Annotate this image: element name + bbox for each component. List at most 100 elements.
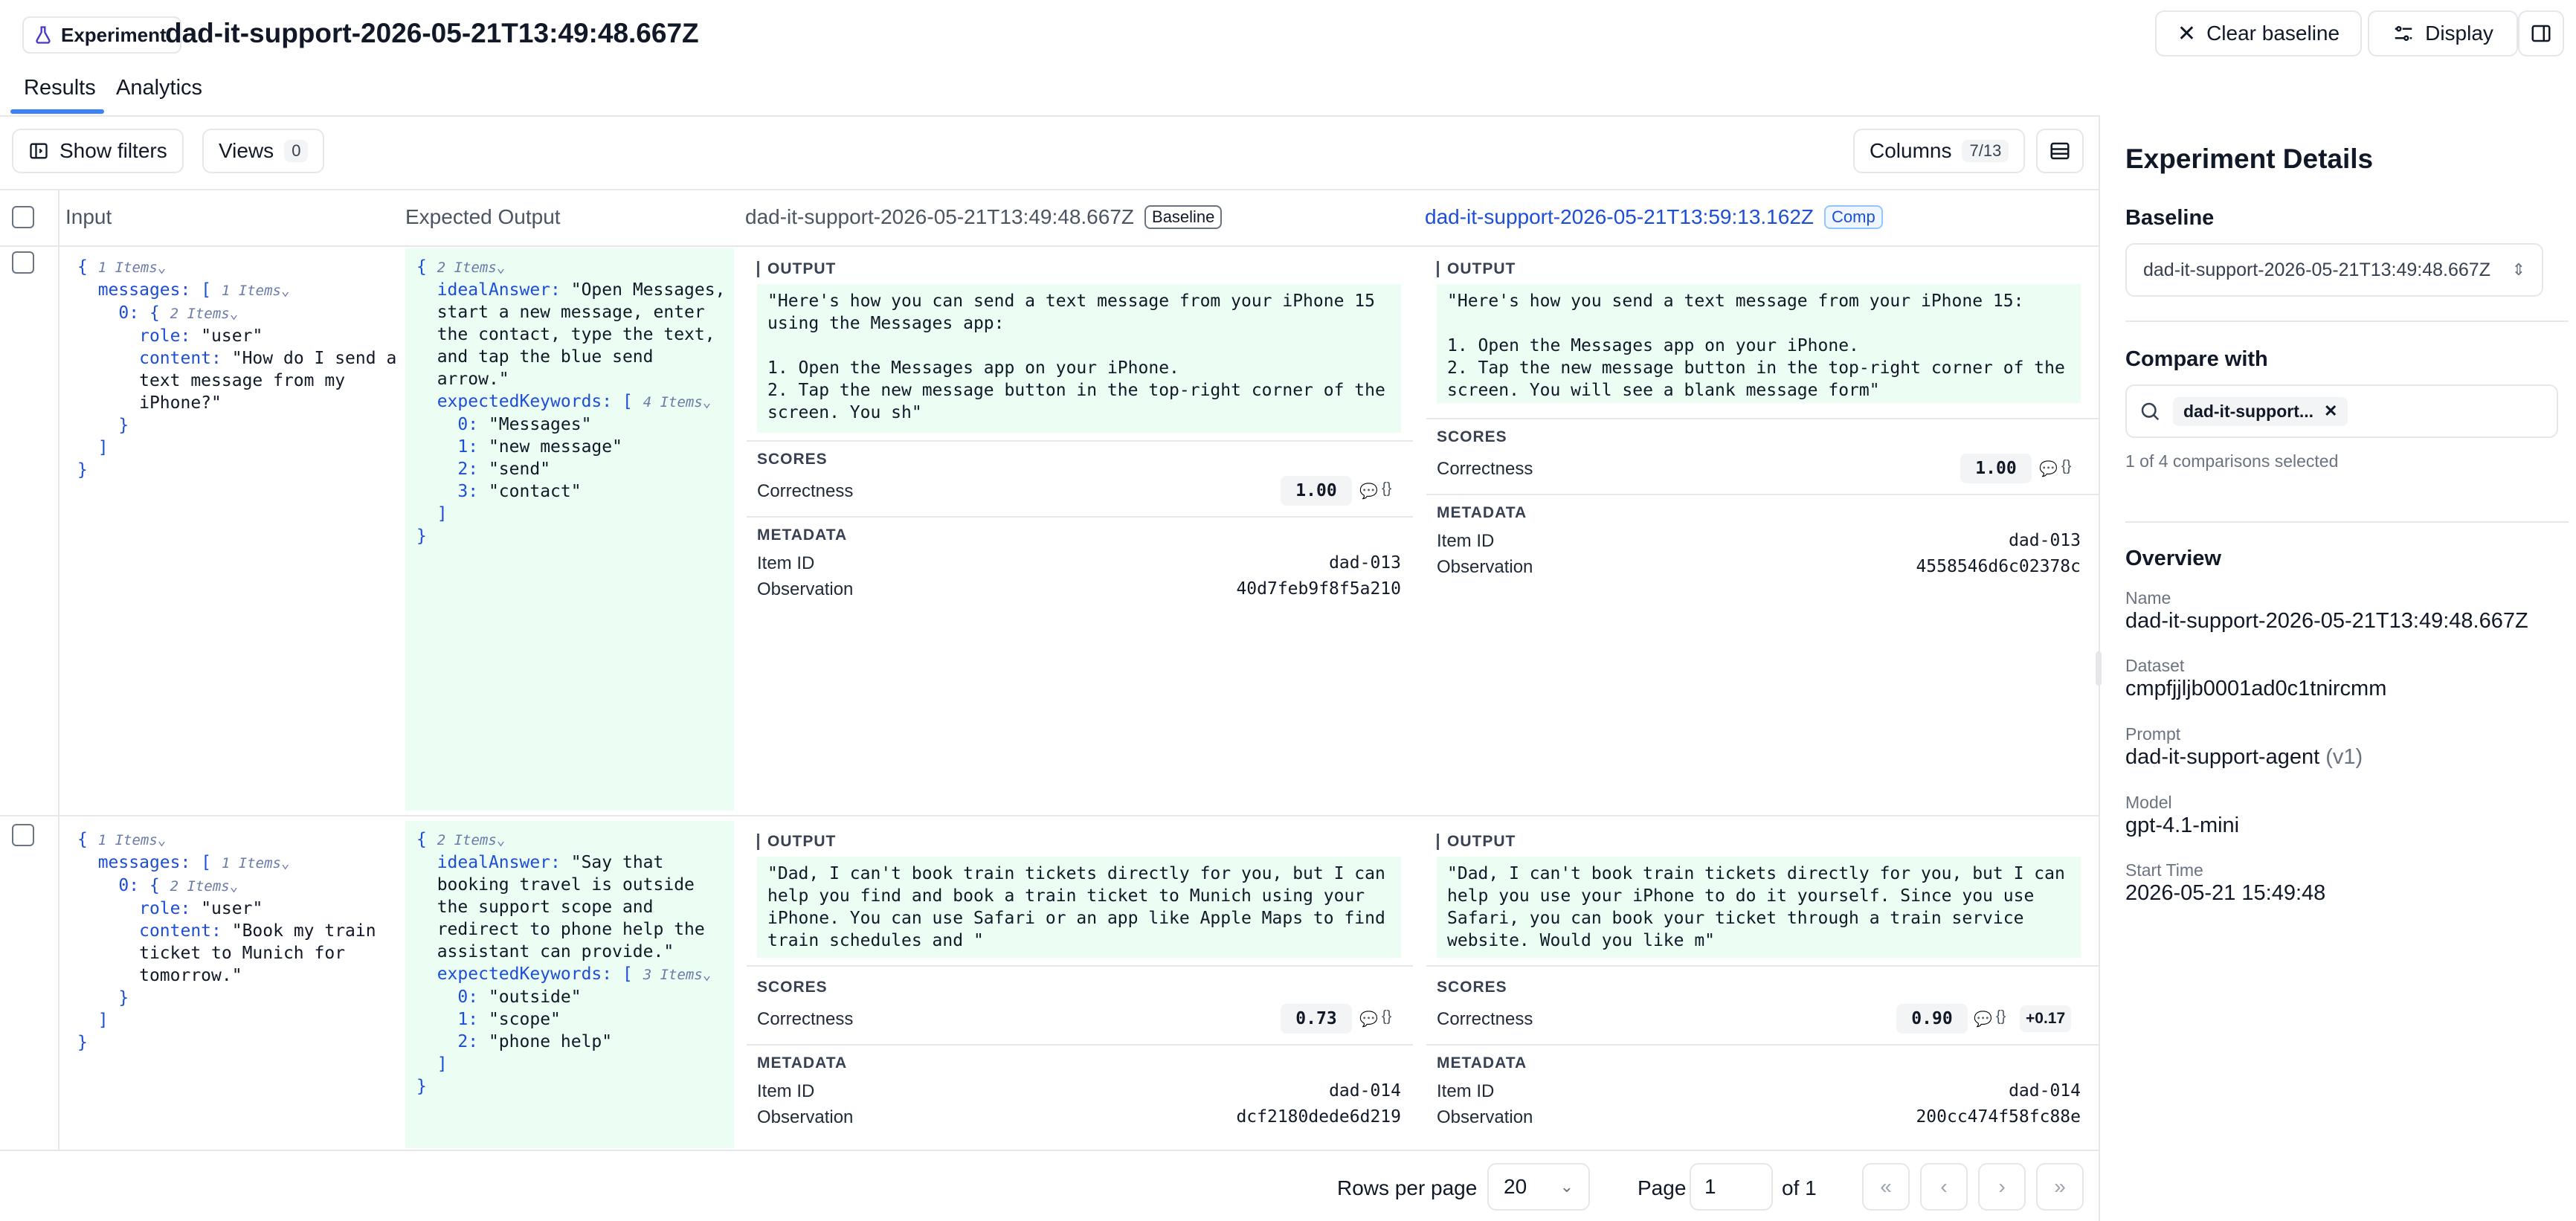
last-page-button[interactable]: » — [2036, 1163, 2084, 1211]
row-height-button[interactable] — [2036, 129, 2084, 173]
toggle-panel-button[interactable] — [2518, 10, 2564, 57]
observation-value[interactable]: 200cc474f58fc88e — [1870, 1107, 2081, 1127]
comparison-run-name: dad-it-support-2026-05-21T13:59:13.162Z — [1425, 205, 1815, 228]
scores-label: SCORES — [1437, 428, 1507, 445]
divider — [1426, 418, 2099, 419]
json-icon[interactable]: {} — [1382, 1008, 1391, 1025]
column-header-baseline[interactable]: dad-it-support-2026-05-21T13:49:48.667Z … — [745, 204, 1223, 231]
baseline-badge: Baseline — [1144, 205, 1223, 229]
scores-label: SCORES — [757, 451, 828, 468]
divider — [0, 245, 2099, 247]
observation-value[interactable]: dcf2180dede6d219 — [1190, 1107, 1401, 1127]
panel-title: Experiment Details — [2125, 144, 2374, 174]
page-header: Experiment dad-it-support-2026-05-21T13:… — [0, 0, 2576, 117]
input-json: { 1 Items⌄ messages: [ 1 Items⌄ 0: { 2 I… — [77, 830, 376, 1052]
comparisons-count: 1 of 4 comparisons selected — [2125, 451, 2339, 471]
chevrons-left-icon: « — [1880, 1175, 1892, 1198]
previous-page-button[interactable]: ‹ — [1920, 1163, 1968, 1211]
column-header-input[interactable]: Input — [65, 204, 112, 231]
model-label: Model — [2125, 793, 2172, 812]
display-label: Display — [2425, 22, 2493, 45]
dataset-label: Dataset — [2125, 656, 2185, 675]
item-id-value: dad-013 — [2009, 531, 2081, 550]
divider — [1426, 494, 2099, 495]
chevron-left-icon: ‹ — [1940, 1175, 1948, 1198]
section-marker — [1437, 834, 1439, 850]
correctness-score: 0.73 — [1281, 1004, 1352, 1034]
divider — [747, 1044, 1413, 1046]
comment-icon[interactable]: 💬 — [1974, 1010, 1992, 1028]
chevrons-right-icon: » — [2054, 1175, 2066, 1198]
metadata-label: METADATA — [757, 526, 848, 544]
views-button[interactable]: Views 0 — [202, 129, 325, 173]
views-label: Views — [219, 139, 274, 162]
tab-results[interactable]: Results — [24, 73, 96, 103]
divider — [0, 189, 2099, 190]
show-filters-button[interactable]: Show filters — [12, 129, 184, 173]
first-page-button[interactable]: « — [1862, 1163, 1910, 1211]
comment-icon[interactable]: 💬 — [2039, 460, 2058, 478]
page-input[interactable]: 1 — [1690, 1163, 1773, 1211]
start-time-value: 2026-05-21 15:49:48 — [2125, 881, 2326, 905]
display-button[interactable]: Display — [2368, 10, 2518, 57]
next-page-button[interactable]: › — [1978, 1163, 2026, 1211]
baseline-run-name: dad-it-support-2026-05-21T13:49:48.667Z — [745, 205, 1135, 228]
dataset-value[interactable]: cmpfjjljb0001ad0c1tnircmm — [2125, 677, 2386, 701]
rows-per-page-value: 20 — [1504, 1175, 1527, 1198]
divider — [1426, 1044, 2099, 1046]
remove-chip-icon[interactable]: ✕ — [2324, 402, 2337, 421]
clear-baseline-button[interactable]: ✕ Clear baseline — [2155, 10, 2362, 57]
item-id-value: dad-014 — [1329, 1081, 1401, 1101]
name-label: Name — [2125, 588, 2171, 608]
page-count-label: of 1 — [1782, 1176, 1817, 1199]
section-marker — [1437, 261, 1439, 277]
correctness-label: Correctness — [1437, 459, 1533, 479]
columns-button[interactable]: Columns 7/13 — [1853, 129, 2026, 173]
observation-value[interactable]: 4558546d6c02378c — [1870, 557, 2081, 576]
observation-label: Observation — [757, 1107, 854, 1127]
item-id-value: dad-013 — [1329, 553, 1401, 573]
json-icon[interactable]: {} — [2061, 458, 2071, 475]
item-id-label: Item ID — [757, 553, 815, 573]
observation-label: Observation — [1437, 1107, 1533, 1127]
chevron-right-icon: › — [1998, 1175, 2006, 1198]
columns-count-badge: 7/13 — [1962, 140, 2009, 162]
comment-icon[interactable]: 💬 — [1359, 482, 1378, 500]
output-label: OUTPUT — [1447, 833, 1516, 850]
observation-value[interactable]: 40d7feb9f8f5a210 — [1190, 579, 1401, 599]
baseline-select-value: dad-it-support-2026-05-21T13:49:48.667Z — [2143, 259, 2490, 280]
column-header-expected-output[interactable]: Expected Output — [405, 204, 561, 231]
correctness-score: 1.00 — [1960, 454, 2032, 483]
divider — [0, 1150, 2099, 1151]
start-time-label: Start Time — [2125, 860, 2203, 880]
observation-label: Observation — [757, 579, 854, 599]
row-checkbox[interactable] — [12, 824, 34, 846]
json-icon[interactable]: {} — [1382, 480, 1391, 497]
divider — [2125, 320, 2569, 322]
tab-analytics[interactable]: Analytics — [116, 73, 202, 103]
rows-icon — [2050, 142, 2070, 160]
columns-label: Columns — [1870, 139, 1952, 162]
prompt-value[interactable]: dad-it-support-agent (v1) — [2125, 745, 2363, 770]
divider — [0, 815, 2099, 816]
correctness-score: 0.90 — [1896, 1004, 1968, 1034]
json-icon[interactable]: {} — [1996, 1008, 2006, 1025]
column-header-comparison[interactable]: dad-it-support-2026-05-21T13:59:13.162Z … — [1425, 204, 1883, 231]
compare-with-input[interactable]: dad-it-support... ✕ — [2125, 384, 2558, 438]
select-all-checkbox[interactable] — [12, 206, 34, 228]
metadata-label: METADATA — [1437, 1054, 1527, 1072]
input-json: { 1 Items⌄ messages: [ 1 Items⌄ 0: { 2 I… — [77, 257, 397, 480]
item-id-value: dad-014 — [2009, 1081, 2081, 1101]
active-tab-indicator — [10, 109, 104, 114]
panel-resize-handle[interactable] — [2096, 651, 2102, 686]
row-checkbox[interactable] — [12, 251, 34, 274]
baseline-select[interactable]: dad-it-support-2026-05-21T13:49:48.667Z … — [2125, 243, 2543, 297]
baseline-output: "Here's how you can send a text message … — [757, 284, 1401, 433]
rows-per-page-select[interactable]: 20 ⌄ — [1487, 1163, 1590, 1211]
divider — [747, 516, 1413, 518]
comparison-chip: dad-it-support... ✕ — [2173, 396, 2348, 426]
comment-icon[interactable]: 💬 — [1359, 1010, 1378, 1028]
panel-right-icon — [2531, 25, 2551, 42]
expected-output-json: { 2 Items⌄ idealAnswer: "Open Messages, … — [416, 257, 726, 546]
output-label: OUTPUT — [767, 260, 837, 277]
